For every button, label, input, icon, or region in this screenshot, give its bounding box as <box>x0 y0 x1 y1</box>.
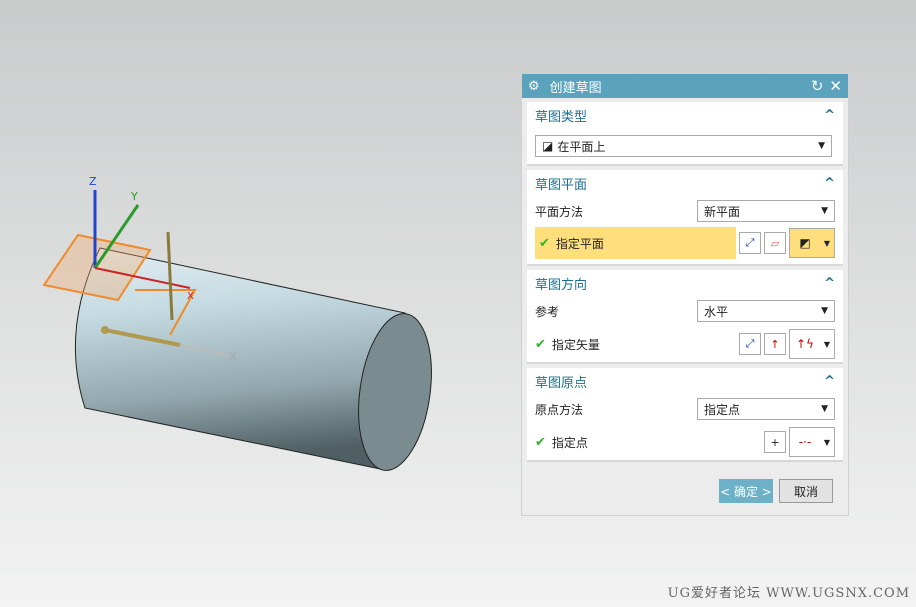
check-icon: ✔ <box>535 434 546 450</box>
origin-method-label: 原点方法 <box>535 402 584 417</box>
sketch-type-select[interactable]: ◪ 在平面上 ▼ <box>535 135 832 157</box>
dialog-title: 创建草图 <box>549 80 602 96</box>
cancel-button[interactable]: 取消 <box>779 479 833 503</box>
gear-icon[interactable]: ⚙ <box>528 79 540 94</box>
point-crosshair-icon: -·- <box>798 435 812 449</box>
reset-icon[interactable]: ↻ <box>811 77 824 95</box>
plane-lightning-icon: ◩ <box>799 236 811 250</box>
section-title: 草图类型 <box>535 109 588 125</box>
section-sketch-type: 草图类型 ^ ◪ 在平面上 ▼ <box>527 102 843 166</box>
vector-x-label: X <box>229 350 237 363</box>
section-sketch-orientation: 草图方向 ^ 参考 水平 ▼ ✔ 指定矢量 ⤢ ↑ ↑ϟ ▼ <box>527 270 843 364</box>
plane-method-label: 平面方法 <box>535 204 584 219</box>
vector-lightning-icon: ↑ϟ <box>796 337 814 351</box>
reverse-direction-icon[interactable]: ⤢ <box>739 333 761 355</box>
origin-method-select[interactable]: 指定点 ▼ <box>697 398 835 420</box>
create-sketch-dialog: ⚙ 创建草图 ↻ ✕ 草图类型 ^ ◪ 在平面上 ▼ 草图平面 ^ 平面方法 新平面 ▼ … <box>521 73 849 516</box>
section-sketch-plane: 草图平面 ^ 平面方法 新平面 ▼ ✔ 指定平面 ⤢ ▱ ◩ ▼ <box>527 170 843 266</box>
close-icon[interactable]: ✕ <box>829 77 842 95</box>
watermark: UG爱好者论坛 WWW.UGSNX.COM <box>667 586 910 601</box>
on-plane-icon: ◪ <box>542 139 554 153</box>
specify-point-label: 指定点 <box>551 435 588 450</box>
specify-plane-row[interactable]: ✔ 指定平面 <box>535 227 736 259</box>
reference-label: 参考 <box>535 304 560 319</box>
chevron-down-icon: ▼ <box>823 437 831 447</box>
check-icon: ✔ <box>535 336 546 352</box>
z-axis-label: Z <box>89 175 97 188</box>
collapse-icon[interactable]: ^ <box>824 108 835 123</box>
section-title: 草图方向 <box>535 277 588 293</box>
point-dialog-icon[interactable]: + <box>764 431 786 453</box>
specify-plane-label: 指定平面 <box>555 236 604 251</box>
section-sketch-origin: 草图原点 ^ 原点方法 指定点 ▼ ✔ 指定点 + -·- ▼ <box>527 368 843 462</box>
plane-method-select[interactable]: 新平面 ▼ <box>697 200 835 222</box>
reverse-direction-icon[interactable]: ⤢ <box>739 232 761 254</box>
chevron-down-icon: ▼ <box>823 339 831 349</box>
x-axis-label: X <box>187 291 194 302</box>
dialog-title-bar: ⚙ 创建草图 ↻ ✕ <box>522 74 848 98</box>
vector-inference-dropdown[interactable]: ↑ϟ ▼ <box>789 329 835 359</box>
reference-select[interactable]: 水平 ▼ <box>697 300 835 322</box>
collapse-icon[interactable]: ^ <box>824 374 835 389</box>
specify-vector-label: 指定矢量 <box>551 337 600 352</box>
chevron-down-icon: ▼ <box>823 238 831 248</box>
point-inference-dropdown[interactable]: -·- ▼ <box>789 427 835 457</box>
y-axis-label: Y <box>130 190 138 203</box>
collapse-icon[interactable]: ^ <box>824 176 835 191</box>
vector-dialog-icon[interactable]: ↑ <box>764 333 786 355</box>
check-icon: ✔ <box>539 235 550 251</box>
plane-dialog-icon[interactable]: ▱ <box>764 232 786 254</box>
ok-button[interactable]: < 确定 > <box>719 479 773 503</box>
chevron-down-icon: ▼ <box>818 141 825 151</box>
section-title: 草图原点 <box>535 375 588 391</box>
collapse-icon[interactable]: ^ <box>824 276 835 291</box>
plane-inference-dropdown[interactable]: ◩ ▼ <box>789 228 835 258</box>
section-title: 草图平面 <box>535 177 588 193</box>
